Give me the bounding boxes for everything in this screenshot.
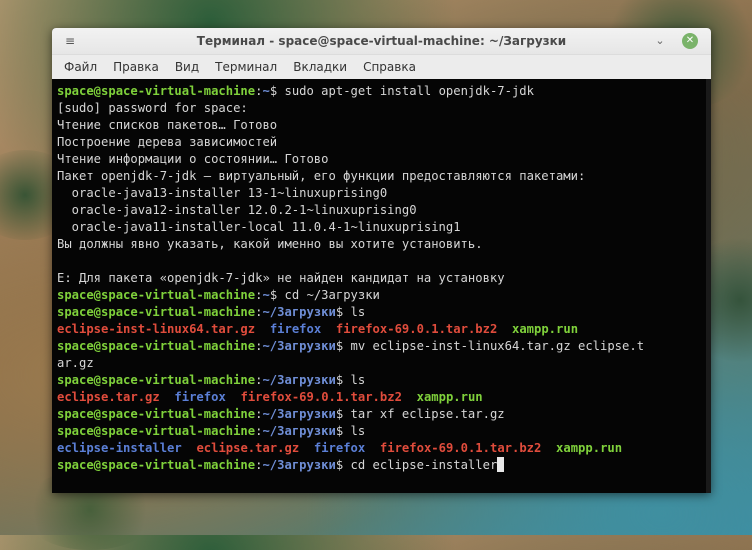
ls-entry: firefox-69.0.1.tar.bz2: [335, 322, 498, 336]
ls-entry: xampp.run: [416, 390, 483, 404]
terminal-line: eclipse.tar.gz firefox firefox-69.0.1.ta…: [57, 389, 706, 406]
command-text: tar xf eclipse.tar.gz: [350, 407, 505, 421]
terminal-line: space@space-virtual-machine:~/Загрузки$ …: [57, 424, 366, 438]
output-text: oracle-java11-installer-local 11.0.4-1~l…: [57, 220, 461, 234]
terminal-line: Пакет openjdk-7-jdk — виртуальный, его ф…: [57, 168, 706, 185]
ls-entry: firefox: [313, 441, 366, 455]
prompt-user: space@space-virtual-machine: [57, 373, 256, 387]
command-text: ls: [350, 373, 366, 387]
output-text: Построение дерева зависимостей: [57, 135, 278, 149]
menu-tabs[interactable]: Вкладки: [285, 55, 355, 79]
terminal-line: space@space-virtual-machine:~$ cd ~/Загр…: [57, 288, 380, 302]
terminal-line: Вы должны явно указать, какой именно вы …: [57, 236, 706, 253]
prompt-user: space@space-virtual-machine: [57, 339, 256, 353]
terminal-line: E: Для пакета «openjdk-7-jdk» не найден …: [57, 270, 706, 287]
prompt-path: ~: [262, 84, 270, 98]
window-title: Терминал - space@space-virtual-machine: …: [196, 34, 567, 48]
terminal-line: [sudo] password for space:: [57, 100, 706, 117]
prompt-user: space@space-virtual-machine: [57, 458, 256, 472]
prompt-path: ~/Загрузки: [262, 305, 336, 319]
ls-entry: firefox-69.0.1.tar.bz2: [240, 390, 402, 404]
minimize-icon[interactable]: ⌄: [652, 33, 668, 49]
cursor: [497, 457, 505, 472]
terminal-line: space@space-virtual-machine:~/Загрузки$ …: [57, 457, 706, 474]
output-text: Вы должны явно указать, какой именно вы …: [57, 237, 483, 251]
terminal-line: oracle-java12-installer 12.0.2-1~linuxup…: [57, 202, 706, 219]
terminal-line: space@space-virtual-machine:~/Загрузки$ …: [57, 305, 366, 319]
ls-entry: xampp.run: [556, 441, 623, 455]
terminal-line: space@space-virtual-machine:~/Загрузки$ …: [57, 373, 366, 387]
output-text: oracle-java12-installer 12.0.2-1~linuxup…: [57, 203, 417, 217]
menu-help[interactable]: Справка: [355, 55, 424, 79]
ls-entry: eclipse-installer: [57, 441, 182, 455]
terminal-line: oracle-java13-installer 13-1~linuxuprisi…: [57, 185, 706, 202]
title-bar[interactable]: ≡ Терминал - space@space-virtual-machine…: [52, 28, 711, 55]
terminal-scrollbar[interactable]: [706, 79, 711, 493]
output-text: [sudo] password for space:: [57, 101, 248, 115]
menu-bar: Файл Правка Вид Терминал Вкладки Справка: [52, 55, 711, 80]
close-icon[interactable]: ✕: [682, 33, 698, 49]
command-text: cd eclipse-installer: [350, 458, 498, 472]
menu-terminal[interactable]: Терминал: [207, 55, 285, 79]
terminal-line: space@space-virtual-machine:~$ sudo apt-…: [57, 84, 534, 98]
ls-entry: firefox: [174, 390, 226, 404]
output-text: Пакет openjdk-7-jdk — виртуальный, его ф…: [57, 169, 586, 183]
command-text: mv eclipse-inst-linux64.tar.gz eclipse.t: [350, 339, 645, 353]
prompt-user: space@space-virtual-machine: [57, 305, 256, 319]
terminal-line: space@space-virtual-machine:~/Загрузки$ …: [57, 407, 505, 421]
prompt-user: space@space-virtual-machine: [57, 424, 256, 438]
terminal-line: oracle-java11-installer-local 11.0.4-1~l…: [57, 219, 706, 236]
prompt-user: space@space-virtual-machine: [57, 288, 256, 302]
ls-entry: xampp.run: [512, 322, 579, 336]
terminal-output[interactable]: space@space-virtual-machine:~$ sudo apt-…: [52, 79, 711, 493]
ls-entry: firefox-69.0.1.tar.bz2: [379, 441, 542, 455]
terminal-line: space@space-virtual-machine:~/Загрузки$ …: [57, 339, 645, 353]
command-text: cd ~/Загрузки: [284, 288, 380, 302]
terminal-line: Построение дерева зависимостей: [57, 134, 706, 151]
prompt-user: space@space-virtual-machine: [57, 84, 256, 98]
output-text: oracle-java13-installer 13-1~linuxuprisi…: [57, 186, 388, 200]
ls-entry: eclipse.tar.gz: [196, 441, 300, 455]
terminal-line: Чтение списков пакетов… Готово: [57, 117, 706, 134]
prompt-path: ~/Загрузки: [262, 424, 336, 438]
prompt-path: ~: [262, 288, 270, 302]
menu-file[interactable]: Файл: [56, 55, 105, 79]
terminal-line: Чтение информации о состоянии… Готово: [57, 151, 706, 168]
terminal-line: eclipse-installer eclipse.tar.gz firefox…: [57, 440, 706, 457]
ls-entry: eclipse-inst-linux64.tar.gz: [57, 322, 256, 336]
menu-edit[interactable]: Правка: [105, 55, 167, 79]
command-text: ls: [350, 424, 366, 438]
command-text: ls: [350, 305, 366, 319]
prompt-path: ~/Загрузки: [262, 339, 336, 353]
menu-view[interactable]: Вид: [167, 55, 207, 79]
terminal-line: ar.gz: [57, 355, 706, 372]
prompt-path: ~/Загрузки: [262, 373, 336, 387]
prompt-path: ~/Загрузки: [262, 407, 336, 421]
ls-entry: eclipse.tar.gz: [57, 390, 160, 404]
output-text: E: Для пакета «openjdk-7-jdk» не найден …: [57, 271, 505, 285]
command-text: sudo apt-get install openjdk-7-jdk: [284, 84, 534, 98]
ls-entry: firefox: [269, 322, 322, 336]
prompt-path: ~/Загрузки: [262, 458, 336, 472]
terminal-line: eclipse-inst-linux64.tar.gz firefox fire…: [57, 321, 706, 338]
terminal-window: ≡ Терминал - space@space-virtual-machine…: [52, 28, 711, 493]
prompt-user: space@space-virtual-machine: [57, 407, 256, 421]
output-text: Чтение списков пакетов… Готово: [57, 118, 278, 132]
output-text: ar.gz: [57, 356, 94, 370]
output-text: Чтение информации о состоянии… Готово: [57, 152, 329, 166]
